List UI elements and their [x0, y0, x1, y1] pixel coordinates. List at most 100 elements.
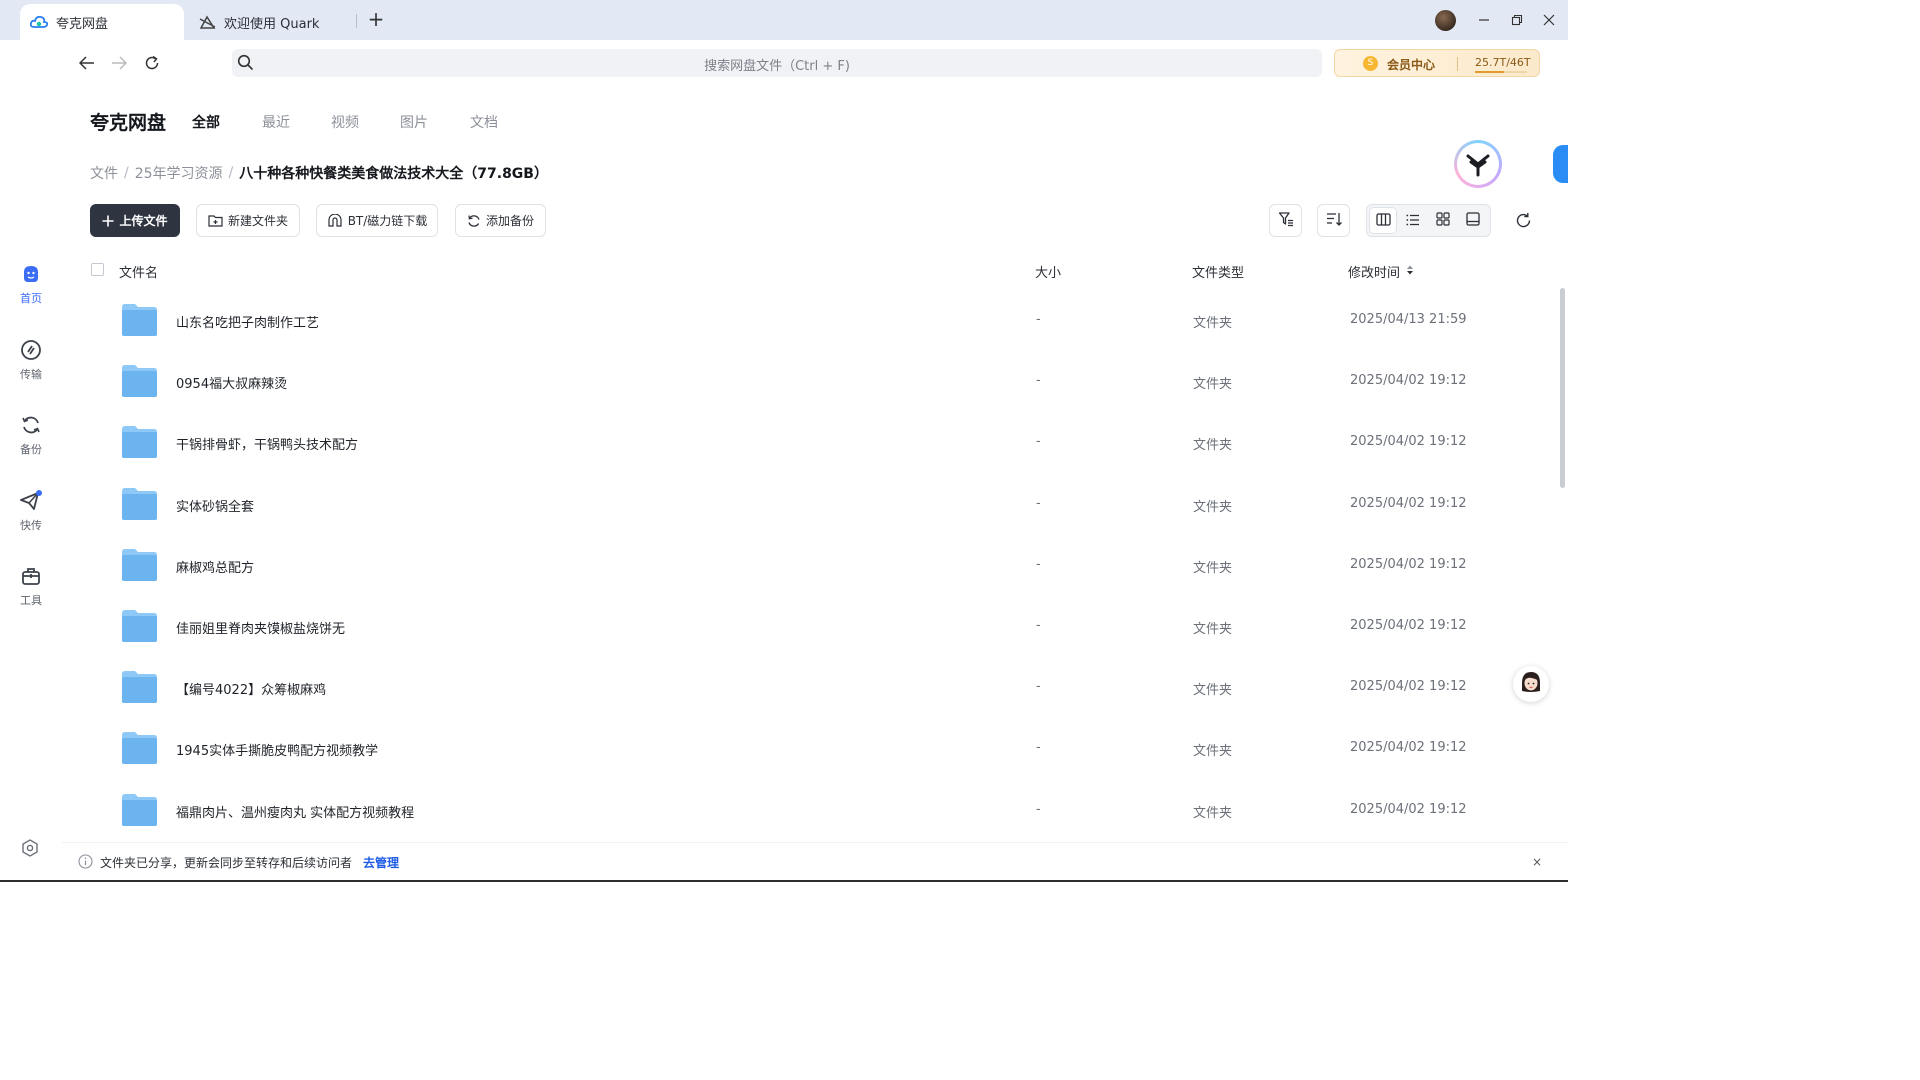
sidebar-label: 传输	[20, 368, 42, 381]
table-row[interactable]: 1945实体手撕脆皮鸭配方视频教学 - 文件夹 2025/04/02 19:12	[90, 719, 1540, 780]
sidebar-item-backup[interactable]: 备份	[0, 412, 62, 468]
share-notice-bar: 文件夹已分享，更新会同步至转存和后续访问者 去管理 ×	[62, 842, 1568, 880]
file-name[interactable]: 佳丽姐里脊肉夹馍椒盐烧饼无	[176, 618, 345, 637]
filter-button[interactable]	[1269, 204, 1302, 237]
table-row[interactable]: 山东名吃把子肉制作工艺 - 文件夹 2025/04/13 21:59	[90, 291, 1540, 352]
side-panel-toggle[interactable]	[1553, 145, 1568, 183]
file-size: -	[1036, 801, 1041, 817]
restore-icon[interactable]	[1507, 10, 1527, 30]
file-name[interactable]: 麻椒鸡总配方	[176, 557, 254, 576]
column-header-size[interactable]: 大小	[1035, 262, 1061, 281]
vertical-scrollbar[interactable]	[1560, 288, 1565, 488]
file-name[interactable]: 福鼎肉片、温州瘦肉丸 实体配方视频教程	[176, 802, 414, 821]
new-tab-button[interactable]: +	[366, 9, 386, 30]
table-row[interactable]: 麻椒鸡总配方 - 文件夹 2025/04/02 19:12	[90, 536, 1540, 597]
list-icon	[1406, 211, 1420, 230]
view-list-button[interactable]	[1400, 208, 1426, 233]
select-all-checkbox[interactable]	[91, 263, 104, 276]
forward-icon[interactable]	[108, 52, 130, 74]
upload-button[interactable]: 上传文件	[90, 204, 180, 237]
table-row[interactable]: 实体砂锅全套 - 文件夹 2025/04/02 19:12	[90, 475, 1540, 536]
view-preview-button[interactable]	[1460, 208, 1486, 233]
tab-document[interactable]: 文档	[470, 112, 498, 132]
file-name[interactable]: 实体砂锅全套	[176, 496, 254, 515]
sidebar-item-quick-send[interactable]: 快传	[0, 488, 62, 544]
file-type: 文件夹	[1193, 377, 1233, 393]
table-row[interactable]: 干锅排骨虾，干锅鸭头技术配方 - 文件夹 2025/04/02 19:12	[90, 413, 1540, 474]
folder-icon	[121, 729, 158, 766]
sidebar-item-home[interactable]: 首页	[0, 261, 62, 317]
user-avatar[interactable]	[1435, 10, 1456, 31]
file-modified-time: 2025/04/02 19:12	[1350, 679, 1467, 695]
new-folder-button[interactable]: 新建文件夹	[196, 204, 300, 237]
assistant-logo-icon	[1457, 143, 1499, 185]
minimize-icon[interactable]	[1474, 10, 1494, 30]
sidebar-item-transfer[interactable]: 传输	[0, 337, 62, 393]
upload-label: 上传文件	[119, 214, 168, 228]
quark-icon	[198, 13, 216, 31]
tab-image[interactable]: 图片	[400, 112, 428, 132]
file-modified-time: 2025/04/02 19:12	[1350, 617, 1467, 633]
tab-all[interactable]: 全部	[192, 112, 220, 132]
search-input[interactable]: 搜索网盘文件（Ctrl + F)	[232, 49, 1322, 77]
view-grid-button[interactable]	[1430, 208, 1456, 233]
columns-icon	[1375, 211, 1391, 230]
file-type: 文件夹	[1193, 560, 1233, 576]
filter-icon	[1278, 211, 1294, 231]
file-name[interactable]: 【编号4022】众筹椒麻鸡	[176, 679, 326, 698]
column-header-name[interactable]: 文件名	[119, 262, 158, 281]
column-header-modified[interactable]: 修改时间	[1348, 262, 1400, 281]
reload-icon[interactable]	[141, 52, 163, 74]
file-name[interactable]: 1945实体手撕脆皮鸭配方视频教学	[176, 740, 378, 759]
sort-button[interactable]	[1317, 204, 1350, 237]
view-columns-button[interactable]	[1370, 208, 1396, 233]
table-row[interactable]: 佳丽姐里脊肉夹馍椒盐烧饼无 - 文件夹 2025/04/02 19:12	[90, 597, 1540, 658]
tab-recent[interactable]: 最近	[262, 112, 290, 132]
window-bottom-edge	[0, 880, 1568, 882]
breadcrumb-separator: /	[228, 165, 234, 181]
file-size: -	[1036, 617, 1041, 633]
table-row[interactable]: 0954福大叔麻辣烫 - 文件夹 2025/04/02 19:12	[90, 352, 1540, 413]
add-backup-label: 添加备份	[485, 214, 534, 228]
file-size: -	[1036, 740, 1041, 756]
add-backup-button[interactable]: 添加备份	[455, 204, 546, 237]
tab-video[interactable]: 视频	[331, 112, 359, 132]
breadcrumb: 文件 / 25年学习资源 / 八十种各种快餐类美食做法技术大全（77.8GB）	[90, 163, 548, 183]
sidebar-label: 工具	[20, 594, 42, 607]
view-mode-switcher	[1366, 204, 1491, 237]
notice-close-icon[interactable]: ×	[1532, 855, 1542, 869]
file-list: 山东名吃把子肉制作工艺 - 文件夹 2025/04/13 21:59 0954福大叔麻辣…	[90, 291, 1540, 842]
bt-download-button[interactable]: BT/磁力链下载	[316, 204, 438, 237]
file-name[interactable]: 山东名吃把子肉制作工艺	[176, 312, 319, 331]
customer-support-button[interactable]	[1513, 666, 1549, 702]
back-icon[interactable]	[76, 52, 98, 74]
tab-title: 夸克网盘	[56, 16, 109, 32]
file-name[interactable]: 干锅排骨虾，干锅鸭头技术配方	[176, 434, 358, 453]
file-modified-time: 2025/04/02 19:12	[1350, 495, 1467, 511]
notice-manage-link[interactable]: 去管理	[363, 854, 399, 871]
sidebar-label: 快传	[20, 519, 42, 532]
close-window-icon[interactable]	[1539, 10, 1559, 30]
refresh-icon[interactable]	[1512, 209, 1534, 231]
settings-icon[interactable]	[20, 838, 40, 862]
folder-icon	[121, 607, 158, 644]
table-row[interactable]: 【编号4022】众筹椒麻鸡 - 文件夹 2025/04/02 19:12	[90, 658, 1540, 719]
breadcrumb-parent[interactable]: 25年学习资源	[135, 163, 223, 183]
breadcrumb-root[interactable]: 文件	[90, 163, 118, 183]
file-type: 文件夹	[1193, 621, 1233, 637]
left-sidebar: 首页 传输 备份 快传 工具	[0, 96, 62, 882]
tab-quark-drive[interactable]: 夸克网盘	[20, 4, 184, 40]
sidebar-item-tools[interactable]: 工具	[0, 563, 62, 619]
vip-divider	[1457, 57, 1458, 71]
sort-direction-icon[interactable]	[1406, 264, 1414, 280]
column-header-type[interactable]: 文件类型	[1192, 262, 1244, 281]
tab-welcome-quark[interactable]: 欢迎使用 Quark	[196, 4, 356, 40]
vip-center-button[interactable]: S 会员中心 25.7T/46T	[1334, 49, 1540, 77]
file-modified-time: 2025/04/13 21:59	[1350, 312, 1467, 327]
ai-assistant-button[interactable]	[1454, 140, 1502, 188]
folder-icon	[121, 791, 158, 828]
backup-sync-icon	[467, 214, 481, 228]
file-name[interactable]: 0954福大叔麻辣烫	[176, 373, 287, 392]
vip-label: 会员中心	[1387, 58, 1436, 72]
table-row[interactable]: 福鼎肉片、温州瘦肉丸 实体配方视频教程 - 文件夹 2025/04/02 19:12	[90, 781, 1540, 842]
